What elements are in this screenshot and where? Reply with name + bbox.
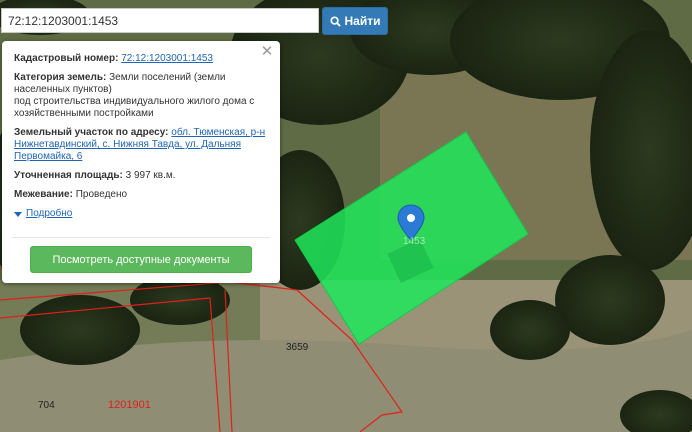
parcel-number-label: 1453	[403, 236, 426, 247]
cadastral-link[interactable]: 72:12:1203001:1453	[121, 53, 213, 64]
parcel-label-704: 704	[38, 400, 55, 411]
area-value: 3 997 кв.м.	[125, 170, 176, 181]
survey-label: Межевание:	[14, 189, 73, 200]
area-label: Уточненная площадь:	[14, 170, 123, 181]
search-input[interactable]	[2, 9, 318, 32]
address-link-2[interactable]: Нижнетавдинский, с. Нижняя Тавда, ул. Да…	[14, 139, 241, 150]
parcel-info-popup: ✕ Кадастровый номер: 72:12:1203001:1453 …	[2, 41, 280, 283]
address-label: Земельный участок по адресу:	[14, 127, 169, 138]
details-link[interactable]: Подробно	[26, 208, 72, 220]
search-icon	[329, 15, 341, 27]
search-button[interactable]: Найти	[322, 7, 388, 35]
category-label: Категория земель:	[14, 72, 107, 83]
search-button-label: Найти	[344, 14, 381, 28]
category-value-3: под строительства индивидуального жилого…	[14, 96, 255, 107]
details-toggle[interactable]: Подробно	[14, 208, 268, 220]
view-documents-button[interactable]: Посмотреть доступные документы	[30, 246, 252, 273]
address-row: Земельный участок по адресу: обл. Тюменс…	[14, 127, 268, 163]
survey-value: Проведено	[75, 189, 128, 200]
category-value-4: хозяйственными постройками	[14, 108, 154, 119]
category-row: Категория земель: Земли поселений (земли…	[14, 72, 268, 120]
divider	[12, 237, 270, 238]
cadastral-label: Кадастровый номер:	[14, 53, 119, 64]
close-icon[interactable]: ✕	[260, 44, 274, 59]
survey-row: Межевание: Проведено	[14, 189, 268, 201]
cadastral-row: Кадастровый номер: 72:12:1203001:1453	[14, 53, 268, 65]
caret-down-icon	[14, 211, 22, 217]
address-link-3[interactable]: Первомайка, 6	[14, 151, 82, 162]
category-value-1: Земли поселений (земли	[109, 72, 226, 83]
category-value-2: населенных пунктов)	[14, 84, 112, 95]
neighbor-parcel-label: 3659	[286, 342, 309, 353]
address-link-1[interactable]: обл. Тюменская, р-н	[171, 127, 265, 138]
quarter-label: 1201901	[108, 399, 151, 411]
area-row: Уточненная площадь: 3 997 кв.м.	[14, 170, 268, 182]
search-box	[1, 8, 319, 33]
